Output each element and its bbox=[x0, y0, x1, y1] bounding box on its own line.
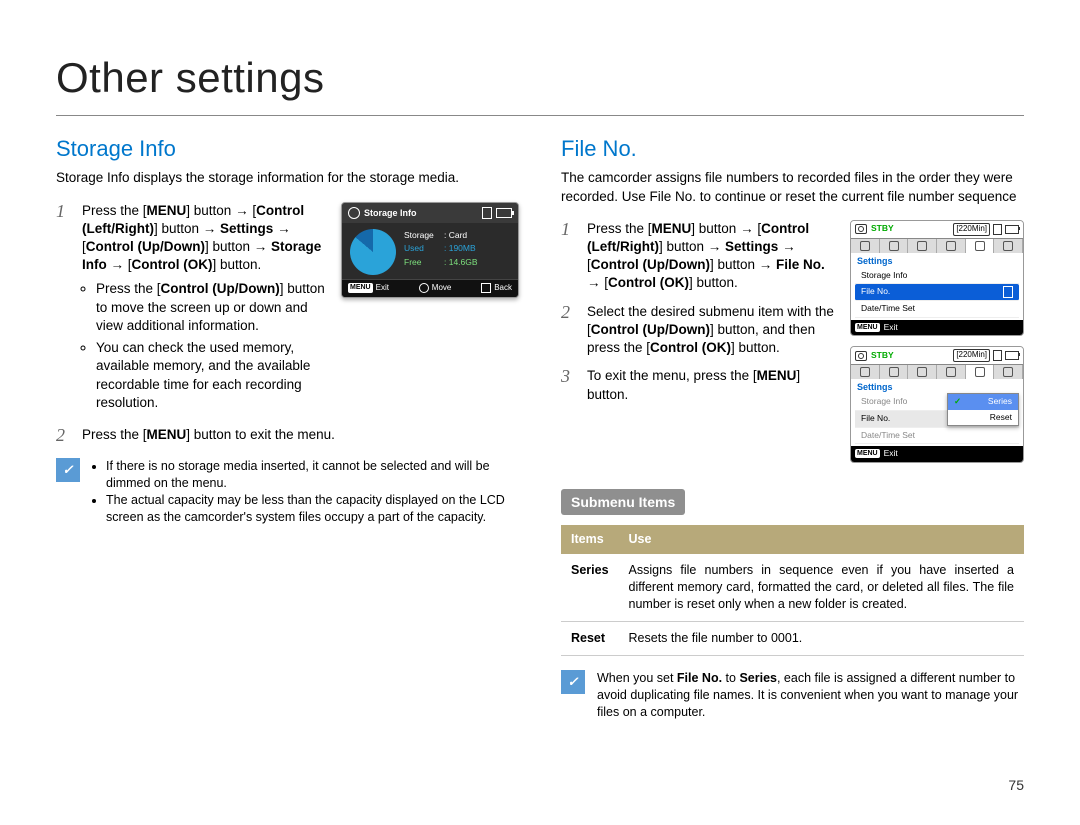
list-item: Storage Info bbox=[855, 268, 1019, 284]
note-item: If there is no storage media inserted, i… bbox=[106, 458, 519, 492]
submenu-heading: Submenu Items bbox=[561, 489, 685, 516]
note-icon: ✓ bbox=[561, 670, 585, 694]
list-item: File No. bbox=[855, 284, 1019, 301]
r-step1-text: Press the [MENU] button → [Control (Left… bbox=[587, 220, 840, 293]
battery-icon bbox=[1005, 351, 1019, 360]
card-icon bbox=[482, 207, 492, 219]
tab-icon bbox=[946, 241, 956, 251]
step-number: 1 bbox=[56, 202, 70, 220]
tab-icon bbox=[917, 241, 927, 251]
step-number: 2 bbox=[561, 303, 575, 321]
file-no-lcd-1: STBY [220Min] bbox=[850, 220, 1024, 336]
menu-chip-icon: MENU bbox=[855, 449, 880, 458]
col-use: Use bbox=[619, 525, 1024, 554]
pie-chart-icon bbox=[350, 229, 396, 275]
card-icon bbox=[993, 350, 1002, 361]
note-item: The actual capacity may be less than the… bbox=[106, 492, 519, 526]
storage-info-intro: Storage Info displays the storage inform… bbox=[56, 169, 519, 187]
tab-icon bbox=[946, 367, 956, 377]
step2-text: Press the [MENU] button to exit the menu… bbox=[82, 426, 519, 444]
step1-bullet: You can check the used memory, available… bbox=[96, 339, 331, 412]
tab-icon bbox=[975, 367, 985, 377]
step1-bullet: Press the [Control (Up/Down)] button to … bbox=[96, 280, 331, 335]
check-icon: ✓ bbox=[954, 396, 961, 407]
note-icon: ✓ bbox=[56, 458, 80, 482]
battery-icon bbox=[496, 208, 512, 218]
file-icon bbox=[1003, 286, 1013, 298]
step-number: 1 bbox=[561, 220, 575, 238]
menu-chip-icon: MENU bbox=[348, 283, 373, 292]
tab-icon bbox=[1003, 367, 1013, 377]
table-row: Reset Resets the file number to 0001. bbox=[561, 621, 1024, 655]
card-icon bbox=[993, 224, 1002, 235]
gear-icon bbox=[348, 207, 360, 219]
table-row: Series Assigns file numbers in sequence … bbox=[561, 554, 1024, 621]
file-no-heading: File No. bbox=[561, 134, 1024, 164]
back-icon bbox=[481, 283, 491, 293]
list-item: Date/Time Set bbox=[855, 301, 1019, 317]
tab-icon bbox=[889, 241, 899, 251]
page-title: Other settings bbox=[56, 50, 1024, 107]
storage-info-lcd: Storage Info Storage: Card bbox=[341, 202, 519, 298]
battery-icon bbox=[1005, 225, 1019, 234]
tab-icon bbox=[860, 367, 870, 377]
horizontal-rule bbox=[56, 115, 1024, 116]
file-no-lcd-2: STBY [220Min] bbox=[850, 346, 1024, 462]
note-block: ✓ When you set File No. to Series, each … bbox=[561, 670, 1024, 721]
menu-chip-icon: MENU bbox=[855, 323, 880, 332]
r-step2-text: Select the desired submenu item with the… bbox=[587, 303, 840, 358]
step1-text: Press the [MENU] button → [Control (Left… bbox=[82, 202, 331, 416]
tab-icon bbox=[889, 367, 899, 377]
camera-icon bbox=[855, 351, 867, 361]
page-number: 75 bbox=[1008, 776, 1024, 795]
submenu-table: Items Use Series Assigns file numbers in… bbox=[561, 525, 1024, 655]
file-no-intro: The camcorder assigns file numbers to re… bbox=[561, 169, 1024, 205]
lcd-title: Storage Info bbox=[364, 207, 417, 219]
submenu-popup: ✓Series Reset bbox=[947, 393, 1019, 426]
step-number: 3 bbox=[561, 367, 575, 385]
joystick-icon bbox=[419, 283, 429, 293]
tab-icon bbox=[860, 241, 870, 251]
r-step3-text: To exit the menu, press the [MENU] butto… bbox=[587, 367, 840, 403]
col-items: Items bbox=[561, 525, 619, 554]
tab-icon bbox=[975, 241, 985, 251]
tab-icon bbox=[917, 367, 927, 377]
list-item: Date/Time Set bbox=[855, 428, 1019, 444]
note-block: ✓ If there is no storage media inserted,… bbox=[56, 458, 519, 526]
tab-icon bbox=[1003, 241, 1013, 251]
step-number: 2 bbox=[56, 426, 70, 444]
camera-icon bbox=[855, 224, 867, 234]
storage-info-heading: Storage Info bbox=[56, 134, 519, 164]
